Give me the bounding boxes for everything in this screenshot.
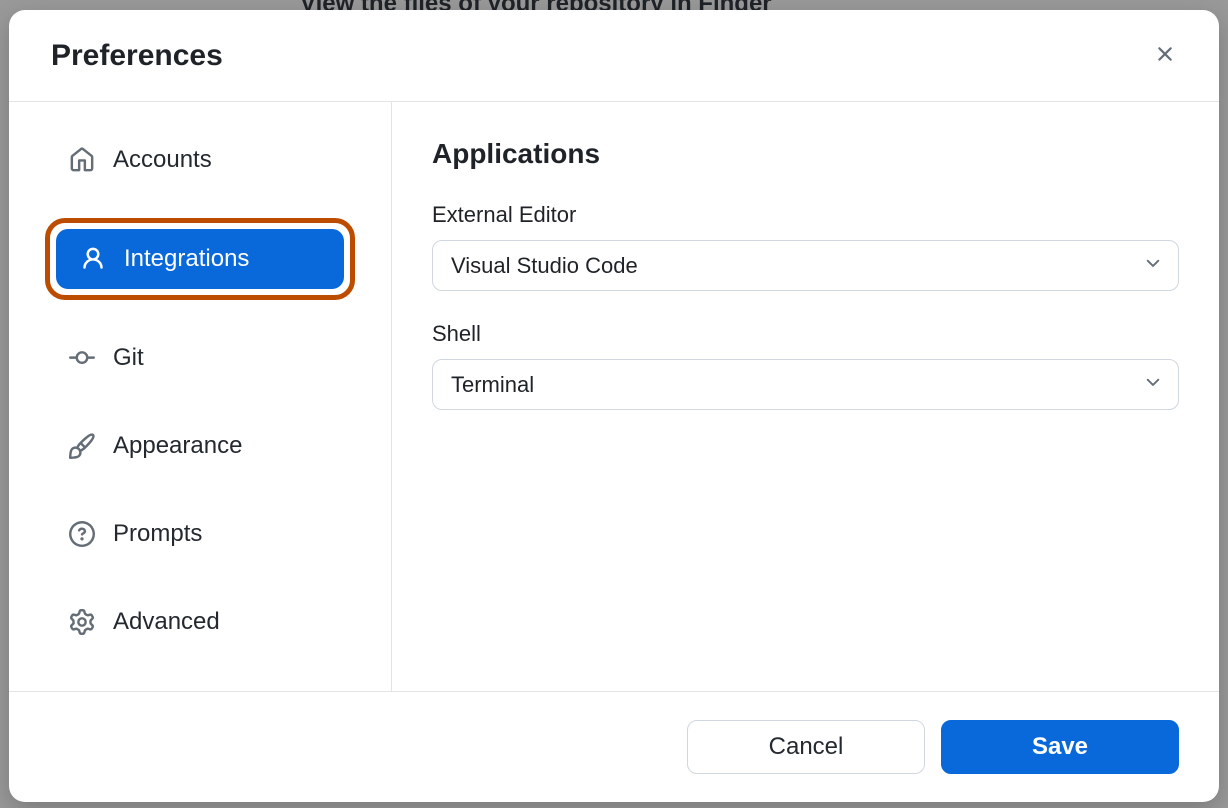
sidebar-item-label: Appearance bbox=[113, 432, 242, 460]
modal-title: Preferences bbox=[51, 39, 223, 73]
sidebar-item-git[interactable]: Git bbox=[45, 328, 355, 388]
cancel-button[interactable]: Cancel bbox=[687, 720, 925, 774]
shell-select[interactable]: Terminal bbox=[432, 359, 1179, 410]
gear-icon bbox=[69, 609, 95, 635]
content-pane: Applications External Editor Visual Stud… bbox=[392, 102, 1219, 691]
home-icon bbox=[69, 147, 95, 173]
modal-body: Accounts Integrations Git bbox=[9, 102, 1219, 691]
sidebar-item-integrations[interactable]: Integrations bbox=[56, 229, 344, 289]
sidebar-item-accounts[interactable]: Accounts bbox=[45, 130, 355, 190]
modal-footer: Cancel Save bbox=[9, 691, 1219, 802]
person-icon bbox=[80, 246, 106, 272]
sidebar: Accounts Integrations Git bbox=[9, 102, 392, 691]
sidebar-item-label: Git bbox=[113, 344, 144, 372]
highlight-ring: Integrations bbox=[45, 218, 355, 300]
modal-header: Preferences bbox=[9, 10, 1219, 102]
preferences-modal: Preferences Accounts bbox=[9, 10, 1219, 802]
sidebar-item-advanced[interactable]: Advanced bbox=[45, 592, 355, 652]
shell-select-wrapper: Terminal bbox=[432, 359, 1179, 410]
sidebar-item-label: Integrations bbox=[124, 245, 249, 273]
modal-overlay: Preferences Accounts bbox=[0, 0, 1228, 808]
sidebar-item-prompts[interactable]: Prompts bbox=[45, 504, 355, 564]
external-editor-select[interactable]: Visual Studio Code bbox=[432, 240, 1179, 291]
paintbrush-icon bbox=[69, 433, 95, 459]
close-icon bbox=[1153, 42, 1177, 69]
sidebar-item-label: Accounts bbox=[113, 146, 212, 174]
content-title: Applications bbox=[432, 138, 1179, 170]
close-button[interactable] bbox=[1147, 36, 1183, 75]
shell-label: Shell bbox=[432, 321, 1179, 347]
question-icon bbox=[69, 521, 95, 547]
sidebar-item-label: Advanced bbox=[113, 608, 220, 636]
sidebar-item-appearance[interactable]: Appearance bbox=[45, 416, 355, 476]
shell-field: Shell Terminal bbox=[432, 321, 1179, 410]
sidebar-item-label: Prompts bbox=[113, 520, 202, 548]
external-editor-label: External Editor bbox=[432, 202, 1179, 228]
external-editor-field: External Editor Visual Studio Code bbox=[432, 202, 1179, 291]
save-button[interactable]: Save bbox=[941, 720, 1179, 774]
external-editor-select-wrapper: Visual Studio Code bbox=[432, 240, 1179, 291]
git-commit-icon bbox=[69, 345, 95, 371]
